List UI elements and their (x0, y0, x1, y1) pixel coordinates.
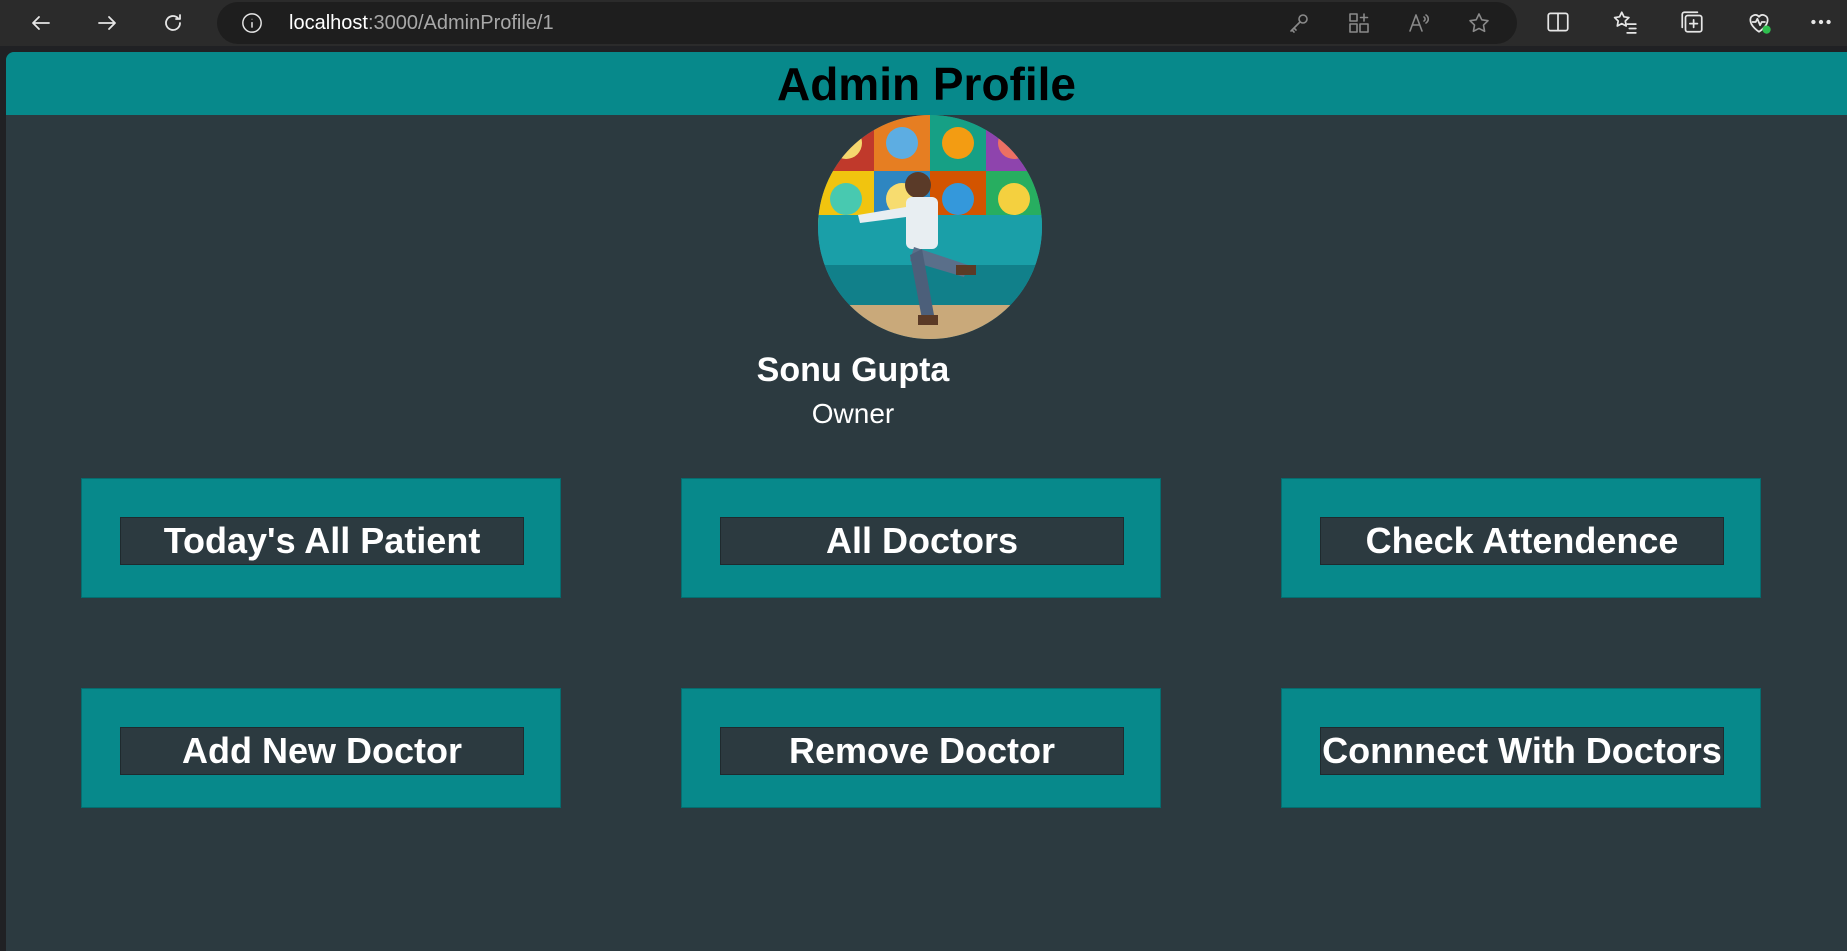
key-icon[interactable] (1287, 11, 1313, 37)
split-screen-icon[interactable] (1545, 9, 1573, 37)
favorites-icon[interactable] (1612, 9, 1640, 37)
page-title: Admin Profile (776, 58, 1077, 110)
avatar (818, 115, 1042, 339)
forward-icon[interactable] (90, 6, 124, 40)
url-path: :3000/AdminProfile/1 (367, 12, 554, 34)
profile-role: Owner (811, 398, 895, 429)
card-connect-with-doctors: Connnect With Doctors (1281, 688, 1761, 808)
browser-essentials-icon[interactable] (1746, 9, 1774, 37)
remove-doctor-button[interactable]: Remove Doctor (720, 727, 1124, 775)
check-attendence-button[interactable]: Check Attendence (1320, 517, 1724, 565)
url-text[interactable]: localhost:3000/AdminProfile/1 (289, 12, 554, 34)
connect-with-doctors-button[interactable]: Connnect With Doctors (1320, 727, 1724, 775)
all-doctors-button[interactable]: All Doctors (720, 517, 1124, 565)
card-todays-all-patient: Today's All Patient (81, 478, 561, 598)
card-check-attendence: Check Attendence (1281, 478, 1761, 598)
address-bar[interactable]: localhost:3000/AdminProfile/1 (217, 2, 1517, 44)
app-available-icon[interactable] (1347, 11, 1373, 37)
add-new-doctor-button[interactable]: Add New Doctor (120, 727, 524, 775)
browser-toolbar: localhost:3000/AdminProfile/1 (0, 0, 1847, 46)
header-bar: Admin Profile (6, 52, 1847, 115)
more-options-icon[interactable] (1808, 9, 1836, 37)
site-info-icon[interactable] (241, 12, 263, 34)
favorite-star-icon[interactable] (1467, 11, 1493, 37)
read-aloud-icon[interactable] (1407, 11, 1433, 37)
url-host: localhost (289, 12, 368, 34)
todays-all-patient-button[interactable]: Today's All Patient (120, 517, 524, 565)
profile-name: Sonu Gupta (756, 351, 950, 389)
card-add-new-doctor: Add New Doctor (81, 688, 561, 808)
card-remove-doctor: Remove Doctor (681, 688, 1161, 808)
refresh-icon[interactable] (156, 6, 190, 40)
back-icon[interactable] (24, 6, 58, 40)
collections-icon[interactable] (1679, 9, 1707, 37)
card-all-doctors: All Doctors (681, 478, 1161, 598)
page-viewport: Admin Profile Sonu Gupta Owner Today's A… (6, 52, 1847, 951)
